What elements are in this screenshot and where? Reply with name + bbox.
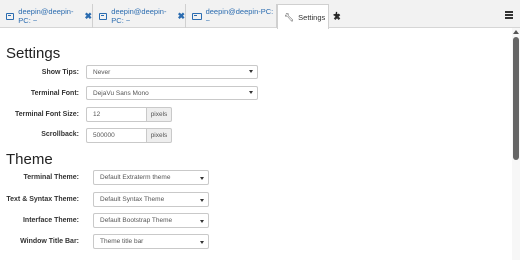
chevron-down-icon [200,220,204,223]
tab-bar: deepin@deepin-PC: ~ ✖ deepin@deepin-PC: … [0,0,520,29]
scroll-thumb[interactable] [513,37,519,160]
scrollback-value: 500000 [93,132,115,139]
terminal-font-value: DejaVu Sans Mono [93,89,149,97]
tab-terminal-2[interactable]: deepin@deepin-PC: ~ ✖ [93,4,186,28]
show-tips-select[interactable]: Never [86,65,258,79]
chevron-down-icon [200,177,204,180]
chevron-down-icon [200,241,204,244]
close-tab-icon[interactable]: ✖ [177,11,185,22]
terminal-font-size-value: 12 [93,111,101,118]
chevron-down-icon [249,91,253,94]
window-title-bar-select[interactable]: Theme title bar [93,234,209,249]
terminal-theme-label: Terminal Theme: [23,174,80,181]
chevron-down-icon [249,70,253,73]
tab-label: deepin@deepin-PC: ~ [18,7,74,25]
terminal-icon [6,12,15,20]
terminal-icon [192,12,202,20]
tab-label: deepin@deepin-PC: ~ [111,7,167,25]
window-title-bar-label: Window Title Bar: [20,238,79,245]
text-syntax-theme-select[interactable]: Default Syntax Theme [93,192,209,207]
scroll-up-arrow-icon[interactable] [513,30,519,34]
interface-theme-select[interactable]: Default Bootstrap Theme [93,213,209,228]
close-tab-icon[interactable]: ✖ [84,11,92,22]
tab-label: Settings [298,12,326,22]
menu-icon[interactable] [505,11,513,19]
text-syntax-theme-label: Text & Syntax Theme: [6,196,79,203]
tab-terminal-1[interactable]: deepin@deepin-PC: ~ ✖ [0,4,93,28]
tab-terminal-3[interactable]: deepin@deepin-PC: ~ [186,4,277,28]
terminal-font-label: Terminal Font: [30,90,79,97]
tab-settings[interactable]: 🔧︎ Settings ✖ [277,4,341,29]
terminal-font-size-label: Terminal Font Size: [14,111,79,118]
terminal-icon [99,12,108,20]
theme-heading: Theme [6,151,53,168]
chevron-down-icon [200,199,204,202]
new-tab-button[interactable]: + [333,8,340,22]
scrollback-input[interactable]: 500000 [86,128,147,143]
interface-theme-value: Default Bootstrap Theme [100,217,173,224]
show-tips-value: Never [93,68,111,76]
terminal-font-select[interactable]: DejaVu Sans Mono [86,86,258,100]
terminal-font-size-input[interactable]: 12 [86,107,147,122]
scrollbar[interactable] [512,28,520,260]
settings-heading: Settings [6,45,61,62]
terminal-theme-value: Default Extraterm theme [100,174,171,181]
terminal-theme-select[interactable]: Default Extraterm theme [93,170,209,185]
interface-theme-label: Interface Theme: [22,217,79,224]
scrollback-unit: pixels [147,128,172,143]
tab-label: deepin@deepin-PC: ~ [205,7,274,25]
wrench-icon: 🔧︎ [284,12,295,22]
scrollback-label: Scrollback: [41,131,79,138]
font-size-unit: pixels [147,107,172,122]
show-tips-label: Show Tips: [41,69,79,76]
window-title-bar-value: Theme title bar [100,238,144,245]
text-syntax-theme-value: Default Syntax Theme [100,196,165,203]
